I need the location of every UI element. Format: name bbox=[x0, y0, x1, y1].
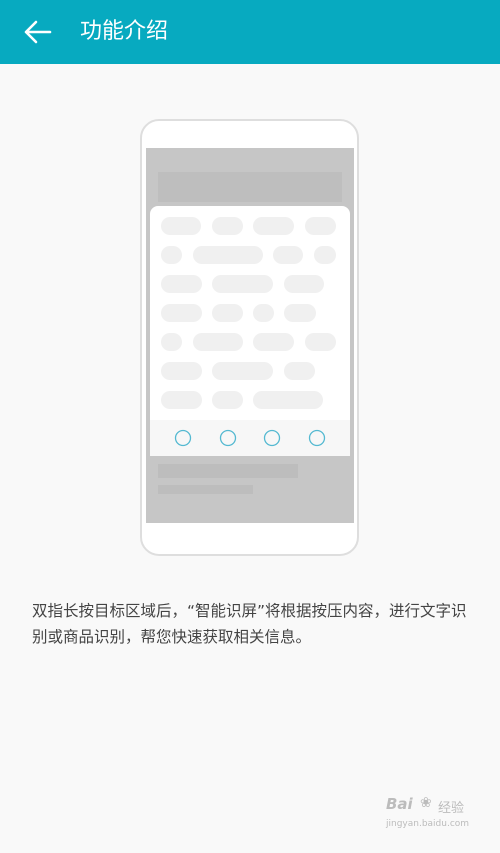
recognition-card bbox=[150, 206, 350, 456]
card-action-bar bbox=[150, 420, 350, 456]
paw-icon: ❀ bbox=[420, 795, 432, 811]
watermark: Bai ❀ 经验 jingyan.baidu.com bbox=[386, 795, 476, 835]
watermark-logo: Bai bbox=[386, 795, 413, 813]
screen-header-bar bbox=[158, 172, 342, 202]
screen-text-line bbox=[158, 464, 298, 478]
watermark-url: jingyan.baidu.com bbox=[386, 819, 470, 829]
feature-illustration bbox=[140, 119, 359, 556]
feature-description: 双指长按目标区域后，“智能识屏”将根据按压内容，进行文字识别或商品识别，帮您快速… bbox=[32, 602, 467, 646]
watermark-suffix: 经验 bbox=[438, 801, 465, 816]
screen-text-line bbox=[158, 485, 253, 494]
